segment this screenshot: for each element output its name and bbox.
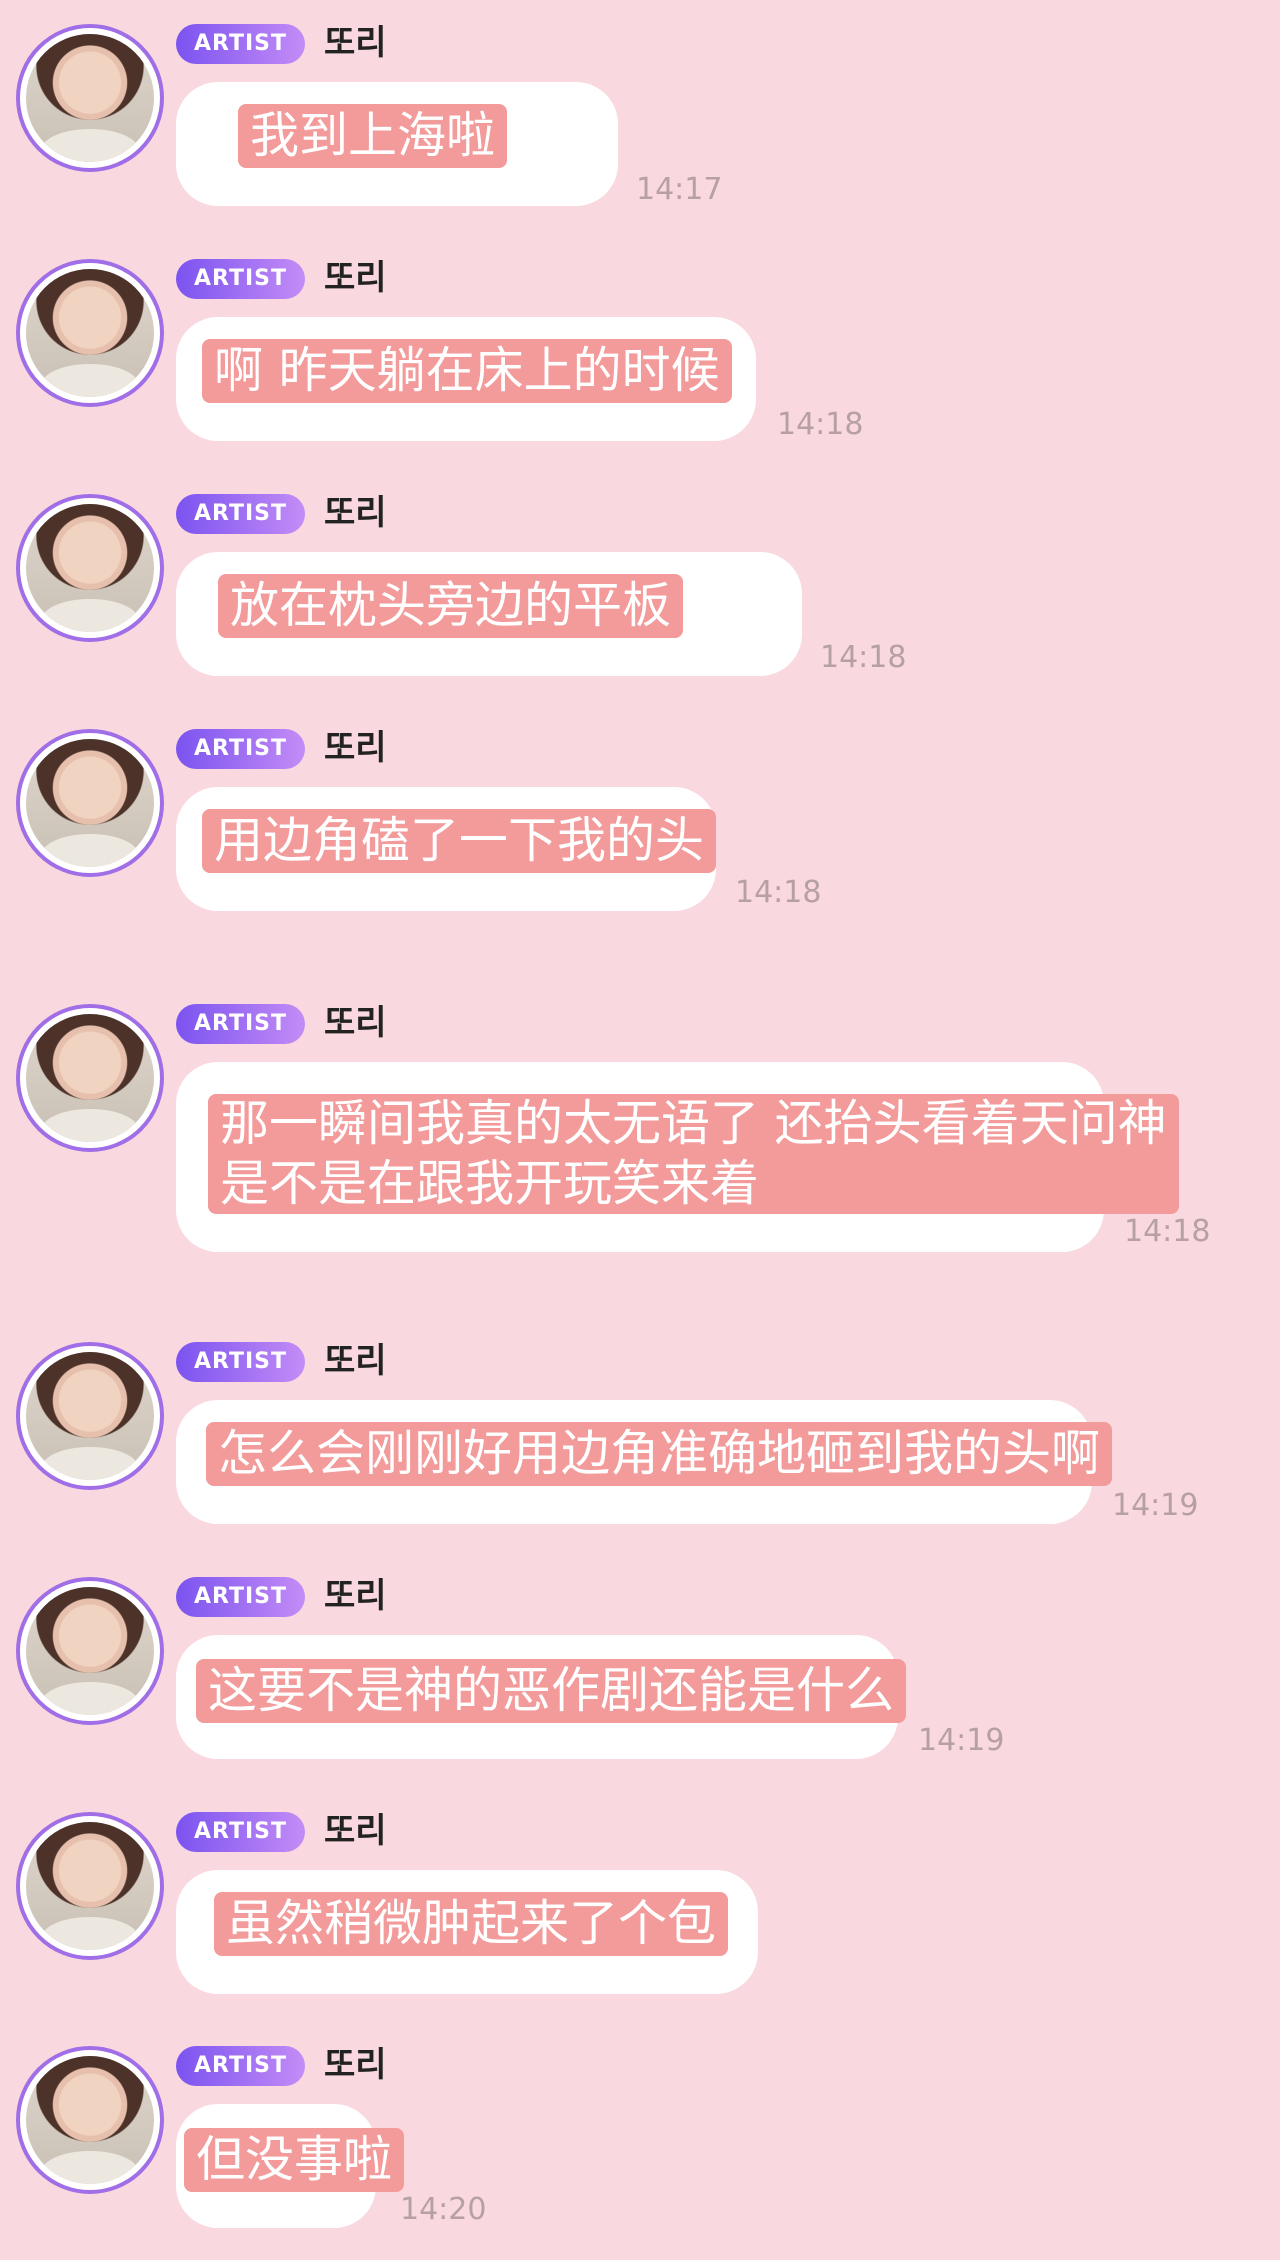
artist-badge: ARTIST bbox=[176, 1812, 306, 1852]
translation-caption: 虽然稍微肿起来了个包 bbox=[214, 1892, 729, 1956]
avatar-photo bbox=[26, 2056, 154, 2184]
avatar[interactable] bbox=[16, 1004, 164, 1152]
artist-badge: ARTIST bbox=[176, 1577, 306, 1617]
sender-name: 또리 bbox=[324, 23, 387, 63]
avatar-photo bbox=[26, 1822, 154, 1950]
timestamp: 14:20 bbox=[400, 2192, 487, 2227]
artist-badge: ARTIST bbox=[176, 2046, 306, 2086]
sender-name: 또리 bbox=[324, 1576, 387, 1616]
translation-caption: 啊 昨天躺在床上的时候 bbox=[202, 339, 732, 403]
timestamp: 14:19 bbox=[1112, 1488, 1199, 1523]
artist-badge: ARTIST bbox=[176, 24, 306, 64]
avatar[interactable] bbox=[16, 729, 164, 877]
translation-caption: 这要不是神的恶作剧还能是什么 bbox=[196, 1659, 907, 1723]
sender-name: 또리 bbox=[324, 258, 387, 298]
avatar-photo bbox=[26, 739, 154, 867]
avatar[interactable] bbox=[16, 2046, 164, 2194]
translation-caption: 但没事啦 bbox=[184, 2128, 405, 2192]
timestamp: 14:18 bbox=[820, 640, 907, 675]
caption-line: 那一瞬间我真的太无语了 还抬头看着天问神 bbox=[220, 1095, 1167, 1152]
avatar[interactable] bbox=[16, 24, 164, 172]
artist-badge: ARTIST bbox=[176, 259, 306, 299]
translation-caption: 我到上海啦 bbox=[238, 104, 508, 168]
sender-name: 또리 bbox=[324, 1003, 387, 1043]
timestamp: 14:18 bbox=[1124, 1214, 1211, 1249]
artist-badge: ARTIST bbox=[176, 1004, 306, 1044]
translation-caption: 那一瞬间我真的太无语了 还抬头看着天问神 是不是在跟我开玩笑来着 bbox=[208, 1094, 1179, 1214]
avatar-photo bbox=[26, 504, 154, 632]
artist-badge: ARTIST bbox=[176, 729, 306, 769]
avatar-photo bbox=[26, 269, 154, 397]
avatar[interactable] bbox=[16, 1577, 164, 1725]
timestamp: 14:19 bbox=[918, 1723, 1005, 1758]
sender-name: 또리 bbox=[324, 1811, 387, 1851]
avatar-photo bbox=[26, 34, 154, 162]
translation-caption: 用边角磕了一下我的头 bbox=[202, 809, 717, 873]
sender-name: 또리 bbox=[324, 2045, 387, 2085]
sender-name: 또리 bbox=[324, 493, 387, 533]
sender-name: 또리 bbox=[324, 728, 387, 768]
avatar[interactable] bbox=[16, 1342, 164, 1490]
avatar-photo bbox=[26, 1352, 154, 1480]
artist-badge: ARTIST bbox=[176, 494, 306, 534]
sender-name: 또리 bbox=[324, 1341, 387, 1381]
avatar-photo bbox=[26, 1587, 154, 1715]
translation-caption: 放在枕头旁边的平板 bbox=[218, 574, 684, 638]
caption-line: 是不是在跟我开玩笑来着 bbox=[220, 1155, 760, 1212]
avatar[interactable] bbox=[16, 494, 164, 642]
avatar-photo bbox=[26, 1014, 154, 1142]
avatar[interactable] bbox=[16, 259, 164, 407]
timestamp: 14:18 bbox=[777, 407, 864, 442]
avatar[interactable] bbox=[16, 1812, 164, 1960]
translation-caption: 怎么会刚刚好用边角准确地砸到我的头啊 bbox=[206, 1422, 1113, 1486]
timestamp: 14:17 bbox=[636, 172, 723, 207]
artist-badge: ARTIST bbox=[176, 1342, 306, 1382]
timestamp: 14:18 bbox=[735, 875, 822, 910]
